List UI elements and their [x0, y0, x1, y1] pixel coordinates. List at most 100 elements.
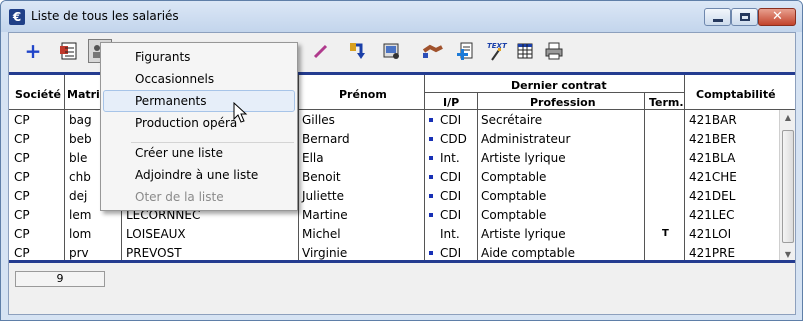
cell-profession: Comptable	[481, 208, 547, 222]
cell-ip: CDI	[440, 189, 462, 203]
cell-ip: CDI	[440, 113, 462, 127]
menu-item-label: Figurants	[135, 50, 191, 64]
table-row[interactable]: CP lom LOISEAUX Michel Int. Artiste lyri…	[9, 225, 795, 244]
text-icon[interactable]: TEXT	[485, 39, 509, 63]
app-icon: €	[9, 9, 25, 25]
scroll-down-icon[interactable]: ▼	[781, 247, 795, 260]
menu-item-permanents[interactable]: Permanents	[103, 90, 295, 112]
cell-matricule: bag	[69, 113, 92, 127]
cell-ip: CDI	[440, 246, 462, 260]
menu-item-adjoindre-liste[interactable]: Adjoindre à une liste	[103, 164, 295, 186]
cell-ip: CDI	[440, 208, 462, 222]
refresh-arrow-icon[interactable]	[346, 39, 370, 63]
cell-ip: Int.	[440, 227, 460, 241]
header-comptabilite[interactable]: Comptabilité	[696, 88, 776, 101]
menu-item-label: Créer une liste	[135, 146, 223, 160]
menu-item-label: Occasionnels	[135, 72, 215, 86]
cell-nom: LOISEAUX	[126, 227, 186, 241]
minimize-button[interactable]	[704, 8, 731, 26]
new-document-icon[interactable]	[453, 39, 477, 63]
header-term[interactable]: Term.	[649, 96, 684, 109]
menu-item-label: Permanents	[135, 94, 207, 108]
cell-matricule: dej	[69, 189, 88, 203]
contract-bullet	[429, 137, 433, 141]
scroll-thumb[interactable]	[782, 130, 794, 243]
window-title: Liste de tous les salariés	[31, 9, 179, 23]
cell-matricule: lom	[69, 227, 92, 241]
contract-bullet	[429, 194, 433, 198]
application-window: € Liste de tous les salariés ✕ + TEXT So…	[0, 0, 803, 321]
cell-profession: Artiste lyrique	[481, 227, 566, 241]
cell-profession: Comptable	[481, 170, 547, 184]
cell-comptabilite: 421BAR	[689, 113, 737, 127]
menu-item-label: Adjoindre à une liste	[135, 168, 259, 182]
cell-comptabilite: 421BLA	[689, 151, 736, 165]
cell-profession: Artiste lyrique	[481, 151, 566, 165]
maximize-button[interactable]	[731, 8, 758, 26]
cell-prenom: Ella	[302, 151, 324, 165]
cell-societe: CP	[14, 189, 30, 203]
contract-bullet	[429, 213, 433, 217]
cell-nom: PREVOST	[126, 246, 182, 260]
cell-ip: CDI	[440, 170, 462, 184]
cell-societe: CP	[14, 208, 30, 222]
menu-item-figurants[interactable]: Figurants	[103, 46, 295, 68]
cell-prenom: Benoit	[302, 170, 341, 184]
menu-item-production-opera[interactable]: Production opéra	[103, 112, 295, 134]
scroll-up-icon[interactable]: ▲	[781, 110, 795, 126]
table-icon[interactable]	[513, 39, 537, 63]
cell-matricule: lem	[69, 208, 92, 222]
cell-ip: Int.	[440, 151, 460, 165]
table-row[interactable]: CP prv PREVOST Virginie CDI Aide comptab…	[9, 244, 795, 260]
cell-societe: CP	[14, 246, 30, 260]
record-count: 9	[15, 271, 105, 287]
cell-matricule: beb	[69, 132, 92, 146]
cell-societe: CP	[14, 170, 30, 184]
contract-bullet	[429, 251, 433, 255]
minimize-icon	[713, 19, 723, 22]
cell-comptabilite: 421PRE	[689, 246, 736, 260]
header-dernier-contrat: Dernier contrat	[511, 79, 607, 92]
printer-icon[interactable]	[542, 39, 566, 63]
list-icon[interactable]	[57, 39, 81, 63]
cell-societe: CP	[14, 151, 30, 165]
context-menu: Figurants Occasionnels Permanents Produc…	[100, 42, 298, 211]
cell-comptabilite: 421LOI	[689, 227, 732, 241]
menu-item-occasionnels[interactable]: Occasionnels	[103, 68, 295, 90]
menu-item-oter-liste: Oter de la liste	[103, 186, 295, 208]
maximize-icon	[740, 13, 750, 21]
contract-bullet	[429, 118, 433, 122]
header-ip[interactable]: I/P	[443, 96, 459, 109]
cell-comptabilite: 421CHE	[689, 170, 737, 184]
cell-profession: Secrétaire	[481, 113, 543, 127]
cell-prenom: Gilles	[302, 113, 335, 127]
photo-icon[interactable]	[380, 39, 404, 63]
header-prenom[interactable]: Prénom	[339, 88, 387, 101]
cell-prenom: Michel	[302, 227, 341, 241]
cell-matricule: ble	[69, 151, 88, 165]
menu-item-creer-liste[interactable]: Créer une liste	[103, 142, 295, 164]
title-bar[interactable]: € Liste de tous les salariés ✕	[1, 1, 802, 32]
mouse-cursor-icon	[233, 102, 248, 123]
cell-term: T	[662, 228, 669, 239]
menu-item-label: Production opéra	[135, 116, 238, 130]
handshake-icon[interactable]	[421, 39, 445, 63]
cell-comptabilite: 421LEC	[689, 208, 735, 222]
cell-prenom: Martine	[302, 208, 348, 222]
close-button[interactable]: ✕	[758, 8, 796, 26]
stamp-icon[interactable]	[309, 39, 333, 63]
menu-item-label: Oter de la liste	[135, 190, 224, 204]
header-profession[interactable]: Profession	[530, 96, 596, 109]
cell-prenom: Bernard	[302, 132, 350, 146]
cell-prenom: Juliette	[302, 189, 344, 203]
cell-societe: CP	[14, 113, 30, 127]
cell-profession: Aide comptable	[481, 246, 575, 260]
vertical-scrollbar[interactable]: ▲ ▼	[779, 110, 795, 260]
header-societe[interactable]: Société	[15, 88, 61, 101]
add-icon[interactable]: +	[21, 39, 45, 63]
cell-comptabilite: 421DEL	[689, 189, 736, 203]
cell-comptabilite: 421BER	[689, 132, 737, 146]
svg-text:TEXT: TEXT	[487, 42, 508, 50]
cell-matricule: chb	[69, 170, 91, 184]
close-icon: ✕	[772, 9, 783, 24]
